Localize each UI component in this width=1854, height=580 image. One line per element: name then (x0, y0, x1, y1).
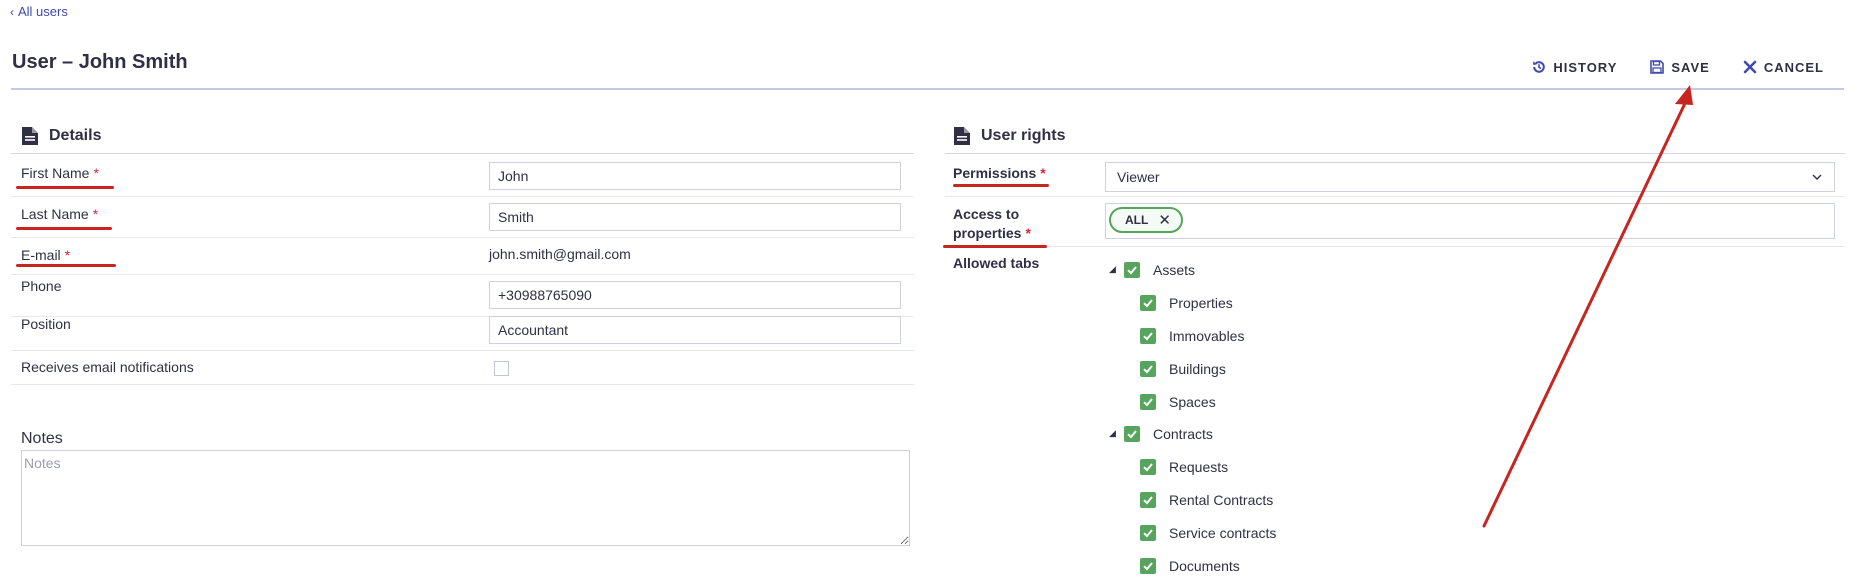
user-rights-section-header: User rights (953, 126, 1065, 146)
checkbox-checked-icon[interactable] (1124, 262, 1140, 278)
tree-label: Rental Contracts (1169, 492, 1274, 508)
collapse-triangle-icon[interactable]: ◢ (1109, 428, 1116, 439)
required-marker: * (1025, 225, 1031, 241)
phone-input[interactable] (489, 281, 901, 309)
required-marker: * (64, 247, 71, 263)
tree-item-immovables[interactable]: Immovables (1140, 328, 1244, 344)
chevron-left-icon: ‹ (10, 5, 14, 19)
toolbar: HISTORY SAVE CANCEL (1531, 59, 1824, 75)
save-icon (1650, 60, 1665, 74)
tree-item-rental-contracts[interactable]: Rental Contracts (1140, 492, 1273, 508)
notifications-row: Receives email notifications (11, 350, 914, 385)
tree-label: Documents (1169, 558, 1240, 574)
permissions-selected-value: Viewer (1117, 169, 1160, 185)
history-button[interactable]: HISTORY (1531, 59, 1617, 75)
notifications-label: Receives email notifications (21, 359, 194, 375)
tree-label: Contracts (1153, 426, 1213, 442)
checkbox-checked-icon[interactable] (1140, 328, 1156, 344)
tree-label: Buildings (1169, 361, 1226, 377)
document-icon (954, 127, 970, 145)
history-label: HISTORY (1553, 59, 1618, 75)
allowed-tabs-label: Allowed tabs (953, 255, 1040, 271)
email-value: john.smith@gmail.com (489, 246, 631, 262)
required-marker: * (93, 165, 99, 181)
last-name-row: Last Name * (11, 196, 914, 238)
checkbox-checked-icon[interactable] (1140, 361, 1156, 377)
header-divider (11, 88, 1844, 90)
page-title: User – John Smith (12, 51, 188, 73)
notes-label: Notes (21, 430, 63, 447)
tree-label: Spaces (1169, 394, 1216, 410)
user-rights-title: User rights (981, 127, 1066, 144)
details-section-header: Details (21, 126, 101, 146)
chevron-down-icon (1812, 174, 1822, 180)
notes-textarea[interactable] (21, 450, 910, 546)
close-icon (1743, 60, 1757, 74)
phone-label: Phone (21, 278, 62, 294)
tree-item-buildings[interactable]: Buildings (1140, 361, 1226, 377)
tree-label: Immovables (1169, 328, 1245, 344)
position-row: Position (11, 316, 914, 351)
tree-group-assets[interactable]: Assets (1124, 262, 1195, 278)
access-label: Access to properties * (953, 206, 1031, 241)
annotation-underline-permissions (953, 184, 1049, 187)
first-name-row: First Name * (11, 154, 914, 197)
annotation-underline-email (16, 264, 116, 267)
checkbox-checked-icon[interactable] (1140, 492, 1156, 508)
tree-item-service-contracts[interactable]: Service contracts (1140, 525, 1276, 541)
annotation-underline-last-name (16, 227, 112, 230)
first-name-label: First Name * (21, 165, 99, 181)
cancel-label: CANCEL (1763, 59, 1824, 75)
last-name-input[interactable] (489, 203, 901, 231)
required-marker: * (1040, 165, 1046, 181)
checkbox-checked-icon[interactable] (1124, 426, 1140, 442)
permissions-label: Permissions * (953, 165, 1046, 181)
checkbox-checked-icon[interactable] (1140, 525, 1156, 541)
first-name-input[interactable] (489, 162, 901, 190)
tree-group-contracts[interactable]: Contracts (1124, 426, 1213, 442)
tree-item-documents[interactable]: Documents (1140, 558, 1240, 574)
tree-label: Properties (1169, 295, 1233, 311)
tree-label: Assets (1153, 262, 1196, 278)
position-input[interactable] (489, 316, 901, 344)
save-label: SAVE (1671, 59, 1710, 75)
back-to-all-users-link[interactable]: ‹ All users (10, 4, 68, 19)
permissions-select[interactable]: Viewer (1105, 162, 1835, 192)
checkbox-checked-icon[interactable] (1140, 558, 1156, 574)
save-button[interactable]: SAVE (1649, 59, 1709, 75)
access-tags-input[interactable]: ALL ✕ (1105, 203, 1835, 239)
email-row: E-mail * john.smith@gmail.com (11, 237, 914, 275)
email-label: E-mail * (21, 247, 71, 263)
required-marker: * (92, 206, 99, 222)
document-icon (22, 127, 38, 145)
tree-item-properties[interactable]: Properties (1140, 295, 1233, 311)
tree-label: Service contracts (1169, 525, 1277, 541)
tree-item-spaces[interactable]: Spaces (1140, 394, 1216, 410)
last-name-label: Last Name * (21, 206, 99, 222)
checkbox-checked-icon[interactable] (1140, 295, 1156, 311)
annotation-underline-first-name (16, 186, 114, 189)
checkbox-checked-icon[interactable] (1140, 459, 1156, 475)
details-title: Details (49, 127, 102, 144)
cancel-button[interactable]: CANCEL (1742, 59, 1824, 75)
tree-item-requests[interactable]: Requests (1140, 459, 1228, 475)
back-link-label: All users (18, 4, 68, 19)
position-label: Position (21, 316, 71, 332)
tree-label: Requests (1169, 459, 1229, 475)
history-icon (1533, 61, 1546, 73)
annotation-underline-access (943, 245, 1047, 248)
notifications-checkbox[interactable] (494, 361, 509, 376)
close-icon[interactable]: ✕ (1158, 213, 1171, 228)
access-tag-all: ALL ✕ (1109, 207, 1183, 233)
checkbox-checked-icon[interactable] (1140, 394, 1156, 410)
collapse-triangle-icon[interactable]: ◢ (1109, 264, 1116, 275)
phone-row: Phone (11, 274, 914, 317)
tag-label: ALL (1125, 213, 1149, 227)
